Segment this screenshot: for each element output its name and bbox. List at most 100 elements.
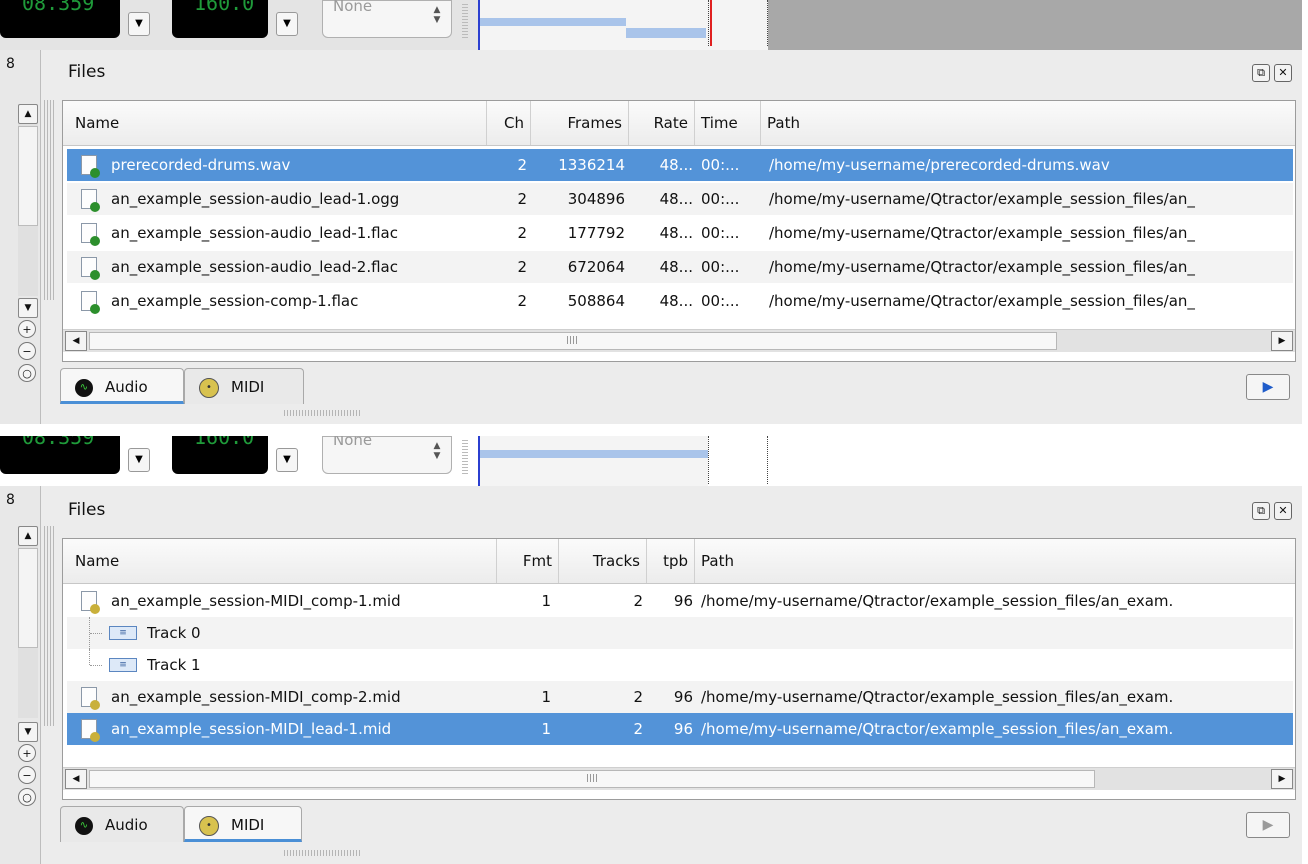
file-rate: 48... (659, 258, 693, 276)
table-row[interactable]: an_example_session-MIDI_comp-1.mid 1 2 9… (67, 585, 1293, 617)
midi-file-icon (81, 591, 100, 614)
timeline-overview[interactable] (478, 0, 1302, 50)
column-header-name[interactable]: Name (63, 539, 497, 583)
tree-branch-line (89, 649, 102, 666)
zoom-in-icon[interactable]: + (18, 744, 36, 762)
snap-value: None (333, 0, 373, 15)
table-row[interactable]: an_example_session-audio_lead-1.ogg 2 30… (67, 183, 1293, 215)
spin-arrows-icon[interactable]: ▲ ▼ (431, 441, 443, 461)
timeline-overview[interactable] (478, 436, 1302, 486)
time-dropdown-button[interactable]: ▼ (128, 12, 150, 36)
tab-midi[interactable]: • MIDI (184, 368, 304, 404)
file-path: /home/my-username/Qtractor/example_sessi… (701, 592, 1174, 610)
playhead[interactable] (710, 0, 712, 46)
play-button[interactable]: ▶ (1246, 812, 1290, 838)
file-path: /home/my-username/Qtractor/example_sessi… (701, 720, 1174, 738)
column-header-name[interactable]: Name (63, 101, 487, 145)
float-icon[interactable]: ⧉ (1252, 64, 1270, 82)
scroll-down-button[interactable]: ▼ (18, 722, 38, 742)
play-button[interactable]: ▶ (1246, 374, 1290, 400)
table-row[interactable]: an_example_session-MIDI_comp-2.mid 1 2 9… (67, 681, 1293, 713)
column-header-time[interactable]: Time (695, 101, 761, 145)
file-name: an_example_session-audio_lead-1.ogg (111, 190, 400, 208)
clip-overview (478, 18, 626, 26)
scroll-up-button[interactable]: ▲ (18, 526, 38, 546)
scroll-right-button[interactable]: ▶ (1271, 331, 1293, 351)
time-display[interactable]: 08.359 (0, 0, 120, 38)
file-format: 1 (541, 720, 551, 738)
toolbar-grip[interactable] (462, 4, 468, 38)
table-row[interactable]: an_example_session-audio_lead-1.flac 2 1… (67, 217, 1293, 249)
tempo-display[interactable]: 160.0 (172, 436, 268, 474)
column-header-path[interactable]: Path (695, 539, 1295, 583)
toolbar-grip[interactable] (462, 440, 468, 474)
table-row[interactable]: prerecorded-drums.wav 2 1336214 48... 00… (67, 149, 1293, 181)
edit-head (478, 0, 480, 50)
tab-audio-label: Audio (105, 816, 148, 834)
dock-resize-grip[interactable] (284, 410, 360, 416)
tree-child-row[interactable]: ≡ Track 1 (67, 649, 1293, 681)
vertical-scroll-thumb[interactable] (18, 126, 38, 226)
dock-title: Files (68, 500, 106, 520)
dock-controls: ⧉ ✕ (1248, 64, 1292, 82)
file-tracks: 2 (633, 688, 643, 706)
edit-head (478, 436, 480, 486)
scroll-left-button[interactable]: ◀ (65, 331, 87, 351)
files-tree-midi[interactable]: Name Fmt Tracks tpb Path an_example_sess… (62, 538, 1296, 800)
midi-file-icon (81, 687, 100, 710)
close-icon[interactable]: ✕ (1274, 64, 1292, 82)
splitter-grip[interactable] (44, 526, 54, 726)
snap-spinbox[interactable]: None ▲ ▼ (322, 436, 452, 474)
tempo-dropdown-button[interactable]: ▼ (276, 12, 298, 36)
zoom-out-icon[interactable]: − (18, 766, 36, 784)
column-header-frames[interactable]: Frames (531, 101, 629, 145)
tab-audio[interactable]: ∿ Audio (60, 368, 184, 404)
horizontal-scrollbar[interactable]: ◀ ▶ (63, 767, 1295, 790)
file-channels: 2 (517, 292, 527, 310)
column-header-fmt[interactable]: Fmt (497, 539, 559, 583)
zoom-reset-icon[interactable]: ○ (18, 788, 36, 806)
snap-spinbox[interactable]: None ▲ ▼ (322, 0, 452, 38)
zoom-reset-icon[interactable]: ○ (18, 364, 36, 382)
column-header-rate[interactable]: Rate (629, 101, 695, 145)
column-header-ch[interactable]: Ch (487, 101, 531, 145)
close-icon[interactable]: ✕ (1274, 502, 1292, 520)
scroll-right-button[interactable]: ▶ (1271, 769, 1293, 789)
tempo-display[interactable]: 160.0 (172, 0, 268, 38)
tree-child-row[interactable]: ≡ Track 0 (67, 617, 1293, 649)
tab-midi[interactable]: • MIDI (184, 806, 302, 842)
dock-title: Files (68, 62, 106, 82)
file-name: an_example_session-audio_lead-1.flac (111, 224, 398, 242)
audio-file-icon (81, 257, 100, 280)
file-frames: 1336214 (558, 156, 625, 174)
float-icon[interactable]: ⧉ (1252, 502, 1270, 520)
track-name: Track 1 (147, 656, 201, 674)
file-time: 00:... (701, 292, 740, 310)
time-display[interactable]: 08.359 (0, 436, 120, 474)
time-dropdown-button[interactable]: ▼ (128, 448, 150, 472)
file-channels: 2 (517, 224, 527, 242)
vertical-scroll-thumb[interactable] (18, 548, 38, 648)
column-header-tpb[interactable]: tpb (647, 539, 695, 583)
zoom-in-icon[interactable]: + (18, 320, 36, 338)
table-row[interactable]: an_example_session-audio_lead-2.flac 2 6… (67, 251, 1293, 283)
clip-overview (626, 28, 706, 38)
spin-arrows-icon[interactable]: ▲ ▼ (431, 5, 443, 25)
scroll-down-button[interactable]: ▼ (18, 298, 38, 318)
splitter-grip[interactable] (44, 100, 54, 300)
scroll-up-button[interactable]: ▲ (18, 104, 38, 124)
column-header-tracks[interactable]: Tracks (559, 539, 647, 583)
horizontal-scrollbar[interactable]: ◀ ▶ (63, 329, 1295, 352)
file-frames: 304896 (567, 190, 625, 208)
files-tree-audio[interactable]: Name Ch Frames Rate Time Path prerecorde… (62, 100, 1296, 362)
column-header-path[interactable]: Path (761, 101, 1295, 145)
table-row[interactable]: an_example_session-MIDI_lead-1.mid 1 2 9… (67, 713, 1293, 745)
midi-connector-icon: • (199, 815, 219, 836)
scroll-left-button[interactable]: ◀ (65, 769, 87, 789)
tempo-dropdown-button[interactable]: ▼ (276, 448, 298, 472)
dock-resize-grip[interactable] (284, 850, 360, 856)
table-row[interactable]: an_example_session-comp-1.flac 2 508864 … (67, 285, 1293, 317)
zoom-out-icon[interactable]: − (18, 342, 36, 360)
tab-audio[interactable]: ∿ Audio (60, 806, 184, 842)
audio-file-icon (81, 189, 100, 212)
